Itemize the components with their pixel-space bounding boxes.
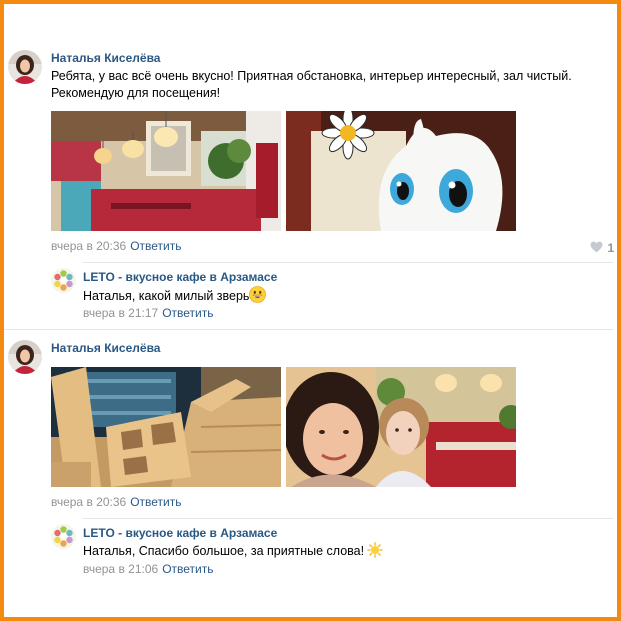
comment-time[interactable]: вчера в 21:17 <box>83 306 158 320</box>
attached-photo-selfie[interactable] <box>286 367 516 487</box>
grinning-face-icon <box>249 286 267 303</box>
group-avatar[interactable] <box>51 268 76 293</box>
comment-time[interactable]: вчера в 20:36 <box>51 239 126 253</box>
attached-photo-wooden-letters[interactable] <box>51 367 281 487</box>
sun-icon <box>367 542 383 558</box>
comment-author[interactable]: LETO - вкусное кафе в Арзамасе <box>83 526 277 540</box>
comment-author[interactable]: Наталья Киселёва <box>51 51 160 65</box>
comment-meta: вчера в 21:17 Ответить <box>83 306 213 320</box>
group-avatar[interactable] <box>51 524 76 549</box>
comments-panel: Наталья Киселёва Ребята, у вас всё очень… <box>4 4 617 617</box>
comment-time[interactable]: вчера в 21:06 <box>83 562 158 576</box>
author-avatar[interactable] <box>8 340 42 374</box>
author-avatar[interactable] <box>8 50 42 84</box>
divider <box>82 262 613 263</box>
attached-photo-plush-toy[interactable] <box>286 111 516 231</box>
reply-button[interactable]: Ответить <box>162 306 213 320</box>
reply-button[interactable]: Ответить <box>130 239 181 253</box>
comment-text: Наталья, какой милый зверь <box>83 289 250 303</box>
comment-time[interactable]: вчера в 20:36 <box>51 495 126 509</box>
comment-meta: вчера в 20:36 Ответить <box>51 239 181 253</box>
like-count: 1 <box>607 241 615 255</box>
comment-author[interactable]: LETO - вкусное кафе в Арзамасе <box>83 270 277 284</box>
attached-photo-cafe-interior[interactable] <box>51 111 281 231</box>
comment-meta: вчера в 20:36 Ответить <box>51 495 181 509</box>
comment-text: Ребята, у вас всё очень вкусно! Приятная… <box>51 69 572 100</box>
comment-meta: вчера в 21:06 Ответить <box>83 562 213 576</box>
comment-text: Наталья, Спасибо большое, за приятные сл… <box>83 544 365 558</box>
comment-text-row: Наталья, какой милый зверь <box>83 286 267 305</box>
reply-button[interactable]: Ответить <box>130 495 181 509</box>
divider <box>82 518 613 519</box>
heart-icon <box>590 241 603 253</box>
comment-author[interactable]: Наталья Киселёва <box>51 341 160 355</box>
reply-button[interactable]: Ответить <box>162 562 213 576</box>
like-button[interactable]: 1 <box>590 239 615 255</box>
divider <box>4 329 613 330</box>
comment-text-row: Наталья, Спасибо большое, за приятные сл… <box>83 542 383 560</box>
